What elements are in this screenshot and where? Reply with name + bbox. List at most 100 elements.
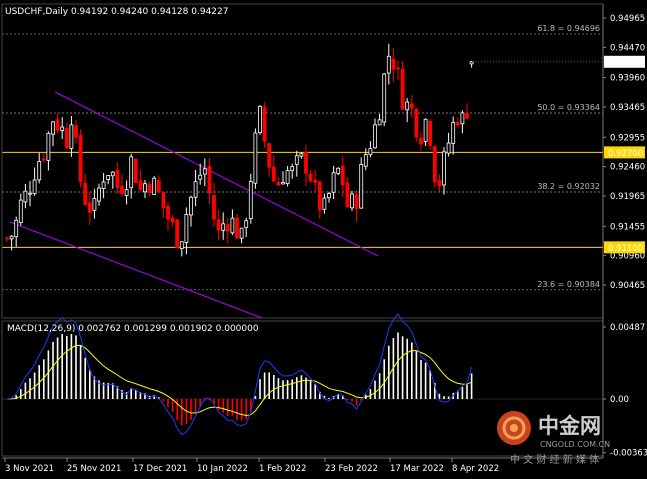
candle-body [92, 198, 97, 211]
candle-body [253, 132, 258, 184]
candle-body [267, 143, 272, 168]
symbol-header: USDCHF,Daily 0.94192 0.94240 0.94128 0.9… [5, 7, 228, 17]
candle-body [18, 199, 23, 223]
macd-label: MACD(12,26,9) 0.002762 0.001299 0.001902… [7, 324, 259, 334]
candle-body [437, 180, 442, 187]
fib-level-label: 61.8 = 0.94696 [537, 24, 600, 33]
candle-body [5, 237, 9, 240]
candle-body [83, 182, 88, 205]
candle-body [281, 181, 285, 185]
candle-body [363, 154, 368, 167]
candle-body [55, 119, 60, 131]
candle-body [115, 169, 120, 189]
candle-body [212, 194, 216, 220]
candle-body [97, 187, 101, 202]
candle-body [78, 135, 83, 183]
candle-body [46, 132, 51, 161]
candle-body [368, 148, 373, 155]
candle-body [189, 196, 193, 216]
candle-body [110, 171, 115, 177]
candle-body [101, 181, 106, 189]
level-price-label: 0.91100 [608, 244, 643, 254]
candle-body [428, 120, 433, 147]
candle-body [451, 122, 456, 144]
candle-body [120, 185, 124, 194]
current-price-label: 0.94227 [608, 58, 643, 68]
watermark-title: 中金网 [538, 414, 601, 438]
candle-body [64, 128, 69, 149]
candle-body [207, 165, 212, 194]
candle-body [23, 190, 28, 203]
symbol-label: USDCHF,Daily [5, 7, 69, 17]
candle-body [469, 61, 474, 65]
candle-body [432, 146, 437, 183]
candle-body [124, 189, 129, 196]
price-tick-label: 0.92460 [610, 163, 645, 173]
candle-body [248, 181, 253, 219]
candle-body [327, 193, 331, 199]
candle-body [129, 156, 134, 189]
date-tick-label: 3 Nov 2021 [5, 464, 54, 474]
date-tick-label: 17 Dec 2021 [133, 464, 187, 474]
candle-body [69, 124, 74, 149]
date-tick-label: 10 Jan 2022 [197, 464, 248, 474]
ohlc-close: 0.94227 [191, 7, 228, 17]
date-tick-label: 23 Feb 2022 [325, 464, 378, 474]
candle-body [285, 170, 290, 184]
candle-body [60, 126, 65, 131]
candle-body [386, 55, 391, 74]
price-tick-label: 0.91965 [610, 192, 645, 202]
level-price-label: 0.92700 [608, 149, 643, 159]
date-tick-label: 8 Apr 2022 [452, 464, 499, 474]
macd-tick-label: 0.00 [610, 395, 629, 405]
watermark-slogan: 中 文 财 经 新 媒 体 [510, 453, 599, 466]
candle-body [87, 202, 92, 213]
candle-body [359, 164, 364, 209]
price-tick-label: 0.92955 [610, 133, 645, 143]
candle-body [74, 125, 78, 138]
candle-body [299, 153, 304, 157]
candle-body [216, 219, 221, 231]
price-tick-label: 0.94470 [610, 43, 645, 53]
candle-body [460, 112, 465, 125]
candle-body [221, 223, 226, 231]
macd-tick-label: 0.00487 [610, 323, 645, 333]
candle-body [391, 58, 396, 70]
candle-body [308, 173, 313, 182]
candle-body [276, 182, 281, 186]
candle-body [414, 109, 419, 138]
candle-body [373, 124, 377, 149]
candle-body [405, 101, 410, 111]
candle-body [225, 224, 230, 232]
candle-body [382, 73, 387, 123]
fib-level-label: 23.6 = 0.90384 [537, 280, 600, 289]
candle-body [271, 166, 276, 182]
candle-body [175, 219, 180, 248]
date-tick-label: 1 Feb 2022 [259, 464, 307, 474]
candle-body [446, 142, 451, 154]
candle-body [152, 177, 157, 195]
candle-body [317, 181, 322, 211]
ohlc-high: 0.94240 [111, 7, 148, 17]
candle-body [340, 165, 345, 186]
candle-body [331, 172, 336, 193]
macd-tick-label: -0.003631 [610, 449, 647, 459]
date-tick-label: 17 Mar 2022 [390, 464, 444, 474]
price-tick-label: 0.90465 [610, 281, 645, 291]
candle-body [170, 217, 175, 223]
candle-body [14, 219, 19, 238]
trading-chart[interactable]: 61.8 = 0.94696 50.0 = 0.93364 38.2 = 0.920… [0, 0, 647, 479]
candle-body [193, 181, 198, 198]
candle-body [51, 121, 55, 135]
price-tick-label: 0.93465 [610, 103, 645, 113]
candle-body [262, 107, 267, 142]
candle-body [313, 179, 318, 183]
candle-body [294, 155, 299, 165]
ohlc-low: 0.94128 [151, 7, 188, 17]
candle-body [400, 68, 405, 110]
candle-body [28, 192, 32, 195]
candle-body [41, 158, 46, 161]
candle-body [396, 67, 400, 70]
date-tick-label: 25 Nov 2021 [67, 464, 121, 474]
candle-body [465, 112, 469, 119]
